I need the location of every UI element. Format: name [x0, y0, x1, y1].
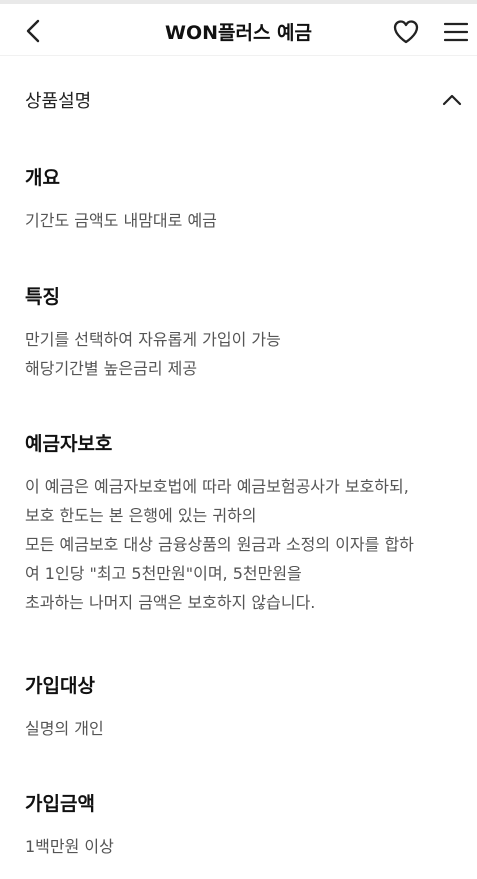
- favorite-button[interactable]: [390, 16, 422, 48]
- deposit-protection-line: 여 1인당 "최고 5천만원"이며, 5천만원을: [25, 564, 302, 583]
- deposit-protection-block: 예금자보호 이 예금은 예금자보호법에 따라 예금보험공사가 보호하되, 보호 …: [25, 430, 465, 617]
- overview-line: 기간도 금액도 내맘대로 예금: [25, 211, 217, 230]
- overview-text: 기간도 금액도 내맘대로 예금: [25, 206, 465, 235]
- features-text: 만기를 선택하여 자유롭게 가입이 가능 해당기간별 높은금리 제공: [25, 325, 465, 383]
- features-block: 특징 만기를 선택하여 자유롭게 가입이 가능 해당기간별 높은금리 제공: [25, 283, 465, 383]
- deposit-protection-line: 보호 한도는 본 은행에 있는 귀하의: [25, 506, 257, 525]
- top-app-bar: WON플러스 예금: [0, 0, 477, 56]
- eligibility-line: 실명의 개인: [25, 719, 104, 738]
- deposit-protection-line: 이 예금은 예금자보호법에 따라 예금보험공사가 보호하되,: [25, 477, 409, 496]
- amount-text: 1백만원 이상: [25, 832, 465, 861]
- features-line: 해당기간별 높은금리 제공: [25, 359, 198, 378]
- deposit-protection-line: 모든 예금보호 대상 금융상품의 원금과 소정의 이자를 합하: [25, 535, 414, 554]
- section-label: 상품설명: [25, 91, 92, 112]
- eligibility-block: 가입대상 실명의 개인: [25, 672, 465, 743]
- eligibility-text: 실명의 개인: [25, 714, 465, 743]
- back-chevron-icon: [26, 19, 40, 43]
- amount-line: 1백만원 이상: [25, 837, 114, 856]
- chevron-up-icon: [438, 86, 466, 114]
- features-heading: 특징: [25, 286, 60, 308]
- heart-icon: [393, 20, 419, 44]
- amount-heading: 가입금액: [25, 793, 95, 815]
- overview-heading: 개요: [25, 167, 60, 189]
- features-line: 만기를 선택하여 자유롭게 가입이 가능: [25, 330, 281, 349]
- overview-block: 개요 기간도 금액도 내맘대로 예금: [25, 164, 465, 235]
- menu-button[interactable]: [440, 16, 472, 48]
- hamburger-menu-icon: [444, 22, 468, 42]
- deposit-protection-text: 이 예금은 예금자보호법에 따라 예금보험공사가 보호하되, 보호 한도는 본 …: [25, 472, 465, 617]
- amount-block: 가입금액 1백만원 이상: [25, 790, 465, 861]
- eligibility-heading: 가입대상: [25, 675, 95, 697]
- deposit-protection-line: 초과하는 나머지 금액은 보호하지 않습니다.: [25, 593, 316, 612]
- back-button[interactable]: [18, 16, 48, 46]
- deposit-protection-heading: 예금자보호: [25, 433, 113, 455]
- product-description-toggle[interactable]: 상품설명: [0, 74, 477, 124]
